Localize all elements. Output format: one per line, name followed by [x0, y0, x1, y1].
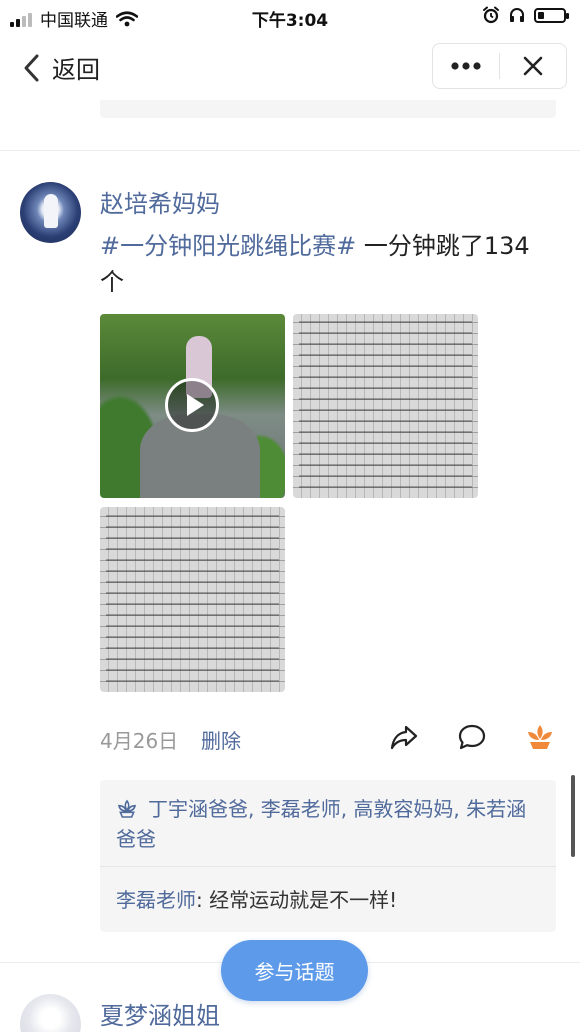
- headphones-icon: [510, 8, 524, 22]
- battery-icon: [534, 7, 569, 23]
- likes-list: 丁宇涵爸爸, 李磊老师, 高敦容妈妈, 朱若涵爸爸: [116, 794, 536, 854]
- avatar[interactable]: [20, 182, 81, 243]
- delete-button[interactable]: 删除: [201, 725, 241, 754]
- previous-post-comment-box: [100, 100, 556, 118]
- back-label: 返回: [52, 56, 100, 84]
- post-date: 4月26日: [100, 729, 179, 753]
- comment-item[interactable]: 李磊老师: 经常运动就是不一样!: [116, 884, 397, 913]
- alarm-icon: [483, 6, 499, 24]
- nav-bar: 返回: [0, 34, 580, 100]
- likes-names[interactable]: 丁宇涵爸爸, 李磊老师, 高敦容妈妈, 朱若涵爸爸: [116, 797, 526, 851]
- more-dots-icon: [451, 62, 481, 70]
- scrollbar[interactable]: [571, 775, 575, 857]
- play-icon[interactable]: [165, 378, 219, 432]
- page: 中国联通 下午3:04 返回 赵培希妈妈 #一分钟阳光跳绳比赛# 一分钟跳了13…: [0, 0, 580, 1032]
- comment-author[interactable]: 李磊老师: [116, 888, 196, 912]
- more-button[interactable]: [433, 44, 499, 88]
- post-divider: [0, 150, 580, 151]
- status-right: [482, 6, 569, 24]
- close-button[interactable]: [500, 44, 566, 88]
- comment-colon: :: [196, 888, 210, 912]
- comment-icon[interactable]: [456, 721, 488, 753]
- close-icon: [523, 56, 543, 76]
- like-outline-icon: [118, 799, 136, 818]
- post-text: #一分钟阳光跳绳比赛# 一分钟跳了134个: [100, 228, 540, 300]
- chevron-left-icon: [24, 54, 39, 81]
- status-bar: 中国联通 下午3:04: [0, 0, 580, 34]
- mini-program-capsule: [432, 43, 567, 89]
- interaction-divider: [100, 866, 556, 867]
- post-hashtag[interactable]: #一分钟阳光跳绳比赛#: [100, 232, 356, 260]
- join-topic-button[interactable]: 参与话题: [221, 940, 368, 1001]
- back-button[interactable]: 返回: [20, 50, 100, 85]
- video-thumbnail[interactable]: [100, 314, 285, 498]
- photo-thumbnail[interactable]: [100, 507, 285, 692]
- post-author[interactable]: 夏梦涵姐姐: [100, 996, 220, 1031]
- post-author[interactable]: 赵培希妈妈: [100, 184, 220, 219]
- avatar[interactable]: [20, 994, 81, 1032]
- comment-text: 经常运动就是不一样!: [209, 888, 398, 912]
- share-icon[interactable]: [388, 721, 420, 753]
- photo-thumbnail[interactable]: [293, 314, 478, 498]
- like-flower-icon[interactable]: [524, 721, 556, 753]
- interaction-panel: 丁宇涵爸爸, 李磊老师, 高敦容妈妈, 朱若涵爸爸 李磊老师: 经常运动就是不一…: [100, 780, 556, 932]
